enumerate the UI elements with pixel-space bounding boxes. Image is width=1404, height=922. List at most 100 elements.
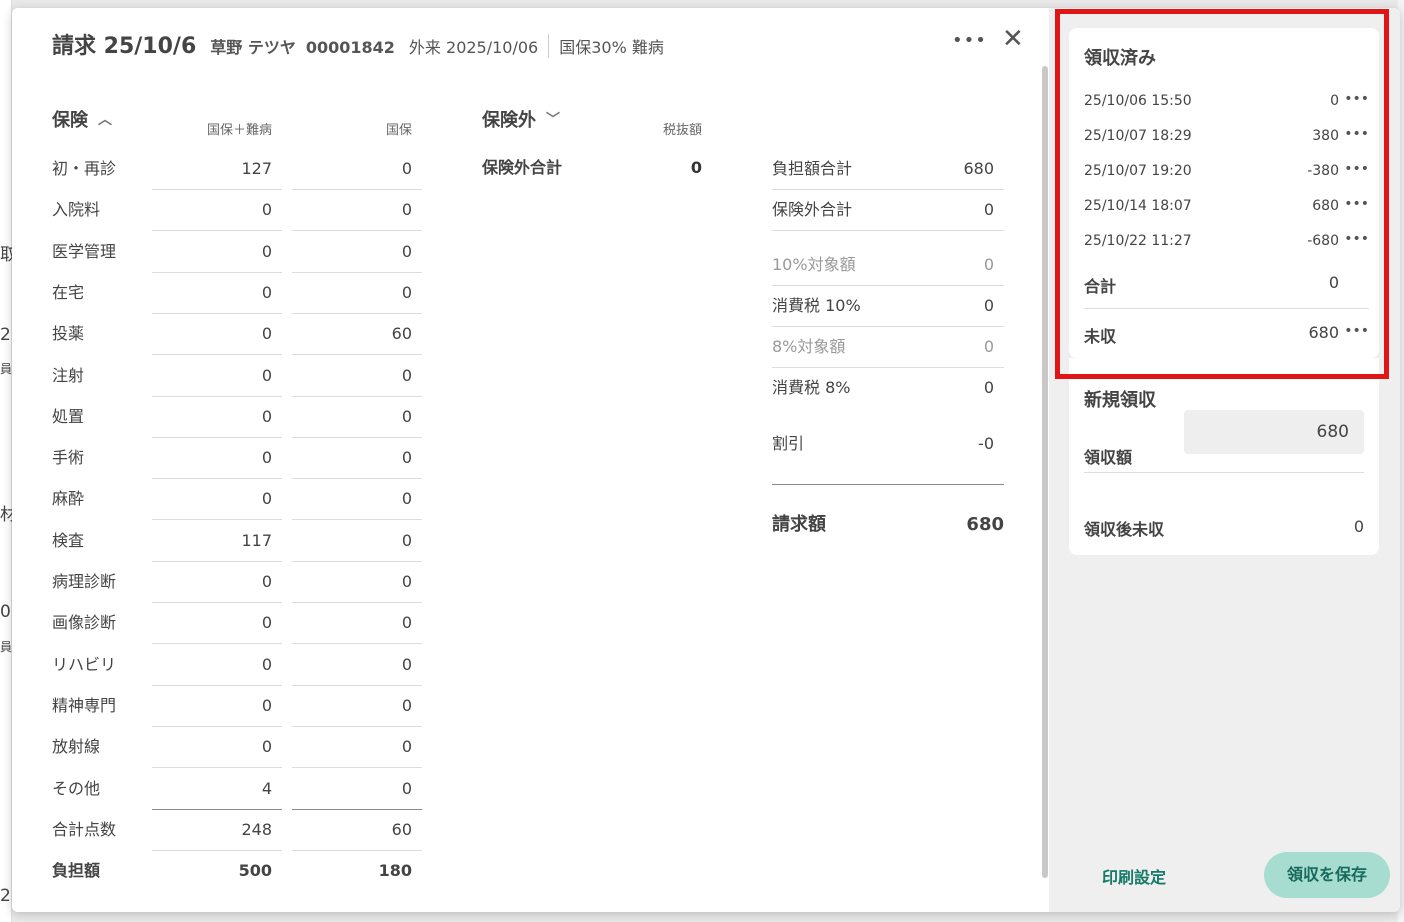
row-value-kokuho-nanbyo: 0 (261, 406, 272, 426)
row-value-kokuho-nanbyo: 0 (261, 489, 272, 509)
table-row: 負担額 500 180 (52, 851, 422, 892)
row-label: 合計点数 (52, 819, 117, 839)
payment-date: 25/10/22 11:27 (1084, 233, 1192, 249)
more-icon[interactable]: ••• (1344, 196, 1369, 212)
billing-amount-row: 請求額 680 (772, 504, 1004, 545)
save-receipt-button[interactable]: 領収を保存 (1264, 852, 1390, 898)
table-row: 麻酔 0 0 (52, 479, 422, 521)
row-label: 麻酔 (52, 489, 85, 509)
row-label: 画像診断 (52, 613, 117, 633)
summary-row: 負担額合計 680 (772, 149, 1004, 190)
receipt-amount-label: 領収額 (1084, 448, 1133, 467)
receipt-amount-input[interactable] (1184, 410, 1364, 454)
row-label: その他 (52, 778, 101, 798)
table-row: その他 4 0 (52, 769, 422, 810)
summary-row: 10%対象額 0 (772, 245, 1004, 286)
row-label: 注射 (52, 365, 85, 385)
print-settings-button[interactable]: 印刷設定 (1102, 864, 1166, 888)
row-value-kokuho: 0 (401, 530, 412, 550)
row-value-kokuho: 0 (401, 572, 412, 591)
table-row: 検査 117 0 (52, 521, 422, 562)
row-value-kokuho-nanbyo: 0 (261, 613, 272, 633)
payment-date: 25/10/06 15:50 (1084, 93, 1192, 109)
summary-row: 割引 -0 (772, 424, 1004, 485)
row-label: 精神専門 (52, 695, 117, 715)
row-value-kokuho: 0 (401, 654, 412, 674)
more-icon[interactable]: ••• (1344, 161, 1369, 177)
row-label: 検査 (52, 530, 85, 550)
payment-date: 25/10/07 19:20 (1084, 163, 1192, 179)
payment-amount: -680 (1307, 233, 1339, 249)
insurance-heading: 保険 (52, 110, 88, 131)
summary-label: 負担額合計 (772, 159, 853, 178)
row-value-kokuho-nanbyo: 0 (261, 324, 272, 344)
after-receipt-unpaid-label: 領収後未収 (1084, 520, 1165, 539)
more-icon[interactable]: ••• (1344, 126, 1369, 142)
payment-amount: -380 (1307, 163, 1339, 179)
summary-value: -0 (978, 434, 994, 453)
non-insurance-heading: 保険外 (482, 110, 536, 131)
table-row: リハビリ 0 0 (52, 645, 422, 686)
row-value-kokuho-nanbyo: 117 (241, 530, 272, 550)
row-value-kokuho: 0 (401, 737, 412, 757)
row-label: 手術 (52, 448, 85, 468)
column-header-kokuho: 国保 (385, 123, 412, 138)
row-label: 在宅 (52, 282, 85, 302)
unpaid-label: 未収 (1084, 327, 1117, 346)
summary-row: 保険外合計 0 (772, 190, 1004, 231)
payment-date: 25/10/07 18:29 (1084, 128, 1192, 144)
row-label: 初・再診 (52, 159, 117, 178)
row-value-kokuho-nanbyo: 0 (261, 365, 272, 385)
insurance-info: 国保30% 難病 (559, 38, 664, 57)
scrollbar[interactable] (1042, 66, 1048, 878)
row-value-kokuho-nanbyo: 0 (261, 654, 272, 674)
row-value-kokuho: 0 (401, 365, 412, 385)
summary-value: 0 (983, 255, 994, 274)
row-value-kokuho-nanbyo: 0 (261, 200, 272, 220)
divider (1084, 472, 1364, 473)
summary-label: 割引 (772, 434, 805, 453)
row-value-kokuho-nanbyo: 0 (261, 448, 272, 468)
received-card: 領収済み 25/10/06 15:50 0 ••• 25/10/07 18:29 380… (1069, 28, 1379, 358)
received-total-row: 合計 0 (1084, 273, 1369, 297)
more-icon[interactable]: ••• (952, 30, 987, 51)
chevron-down-icon[interactable]: ﹀ (546, 109, 560, 129)
row-label: 医学管理 (52, 241, 117, 261)
summary-label: 消費税 8% (772, 378, 851, 397)
more-icon[interactable]: ••• (1344, 231, 1369, 247)
row-value-kokuho: 0 (401, 200, 412, 220)
row-value-kokuho: 0 (401, 695, 412, 715)
more-icon[interactable]: ••• (1344, 91, 1369, 107)
non-insurance-header: 保険外 ﹀ (482, 106, 560, 132)
row-value-kokuho: 0 (401, 159, 412, 178)
chevron-up-icon[interactable]: ︿ (98, 109, 112, 129)
close-icon[interactable]: ✕ (1002, 24, 1024, 54)
more-icon[interactable]: ••• (1344, 323, 1369, 339)
row-label: 病理診断 (52, 572, 117, 591)
summary-value: 680 (963, 159, 994, 178)
summary-label: 8%対象額 (772, 337, 846, 356)
summary-row: 消費税 8% 0 (772, 368, 1004, 409)
billing-modal: 請求 25/10/6 草野 テツヤ 00001842 外来 2025/10/06… (12, 8, 1400, 912)
table-row: 在宅 0 0 (52, 273, 422, 314)
patient-id: 00001842 (305, 38, 395, 57)
non-insurance-total-label: 保険外合計 (482, 158, 563, 177)
billing-amount-label: 請求額 (772, 514, 826, 535)
non-insurance-total-value: 0 (690, 158, 702, 177)
row-label: リハビリ (52, 654, 117, 674)
row-value-kokuho: 0 (401, 282, 412, 302)
payment-amount: 680 (1312, 198, 1339, 214)
row-value-kokuho: 60 (391, 819, 412, 839)
row-label: 処置 (52, 406, 85, 426)
table-row: 処置 0 0 (52, 397, 422, 438)
payment-date: 25/10/14 18:07 (1084, 198, 1192, 214)
table-row: 入院料 0 0 (52, 190, 422, 232)
column-header-tax-excluded: 税抜額 (662, 123, 702, 138)
row-value-kokuho: 60 (391, 324, 412, 344)
background-left-strip (0, 0, 12, 922)
row-label: 入院料 (52, 200, 101, 220)
row-value-kokuho-nanbyo: 248 (241, 819, 272, 839)
row-value-kokuho: 0 (401, 778, 412, 798)
modal-header: 請求 25/10/6 草野 テツヤ 00001842 外来 2025/10/06… (52, 28, 664, 59)
summary-label: 保険外合計 (772, 200, 853, 219)
